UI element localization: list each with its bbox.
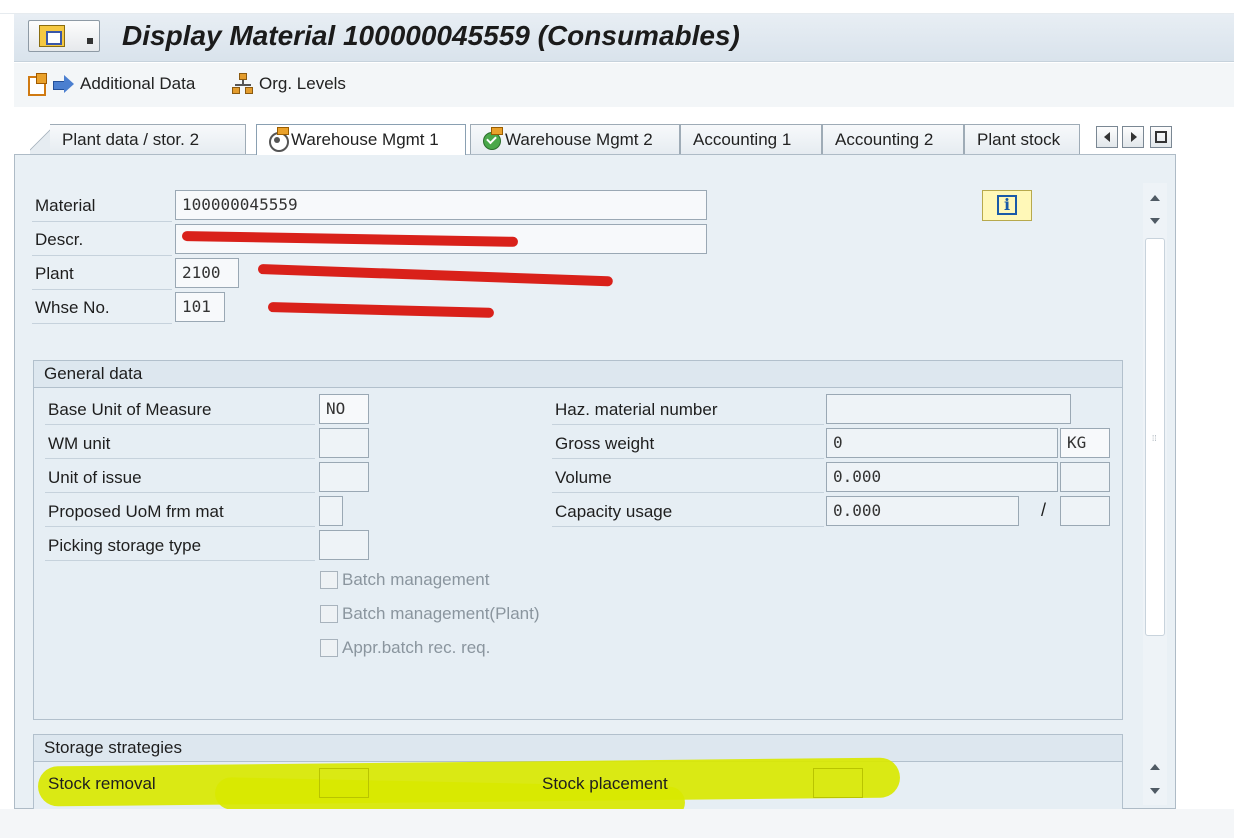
checkbox-box bbox=[320, 639, 338, 657]
picking-storage-type-field[interactable] bbox=[319, 530, 369, 560]
haz-material-label: Haz. material number bbox=[555, 400, 718, 419]
volume-label: Volume bbox=[555, 468, 612, 487]
tab-list-button[interactable] bbox=[1150, 126, 1172, 148]
checkbox-label: Batch management bbox=[342, 570, 490, 589]
org-levels-button[interactable]: Org. Levels bbox=[232, 73, 346, 95]
tab-warehouse-mgmt-1[interactable]: Warehouse Mgmt 1 bbox=[256, 124, 466, 155]
chevron-left-icon bbox=[1104, 132, 1110, 142]
volume-field[interactable]: 0.000 bbox=[826, 462, 1058, 492]
tab-plant-stock[interactable]: Plant stock bbox=[964, 124, 1080, 154]
application-toolbar: Additional Data Org. Levels bbox=[14, 63, 1234, 107]
tab-warehouse-mgmt-2[interactable]: Warehouse Mgmt 2 bbox=[470, 124, 680, 154]
capacity-usage-field[interactable]: 0.000 bbox=[826, 496, 1019, 526]
tab-label: Warehouse Mgmt 2 bbox=[505, 130, 653, 149]
sap-menu-icon bbox=[39, 25, 65, 47]
tab-label: Accounting 1 bbox=[693, 130, 792, 149]
scroll-up-icon[interactable] bbox=[1148, 760, 1162, 774]
additional-data-label: Additional Data bbox=[80, 74, 196, 93]
checkbox-label: Appr.batch rec. req. bbox=[342, 638, 491, 657]
warehouse-status-icon bbox=[269, 127, 289, 152]
picking-storage-type-label: Picking storage type bbox=[48, 536, 202, 555]
chevron-right-icon bbox=[1131, 132, 1137, 142]
scroll-up-icon[interactable] bbox=[1148, 191, 1162, 205]
scroll-down-icon[interactable] bbox=[1148, 214, 1162, 228]
check-complete-icon bbox=[483, 127, 503, 150]
group-title: General data bbox=[34, 361, 1122, 388]
title-bar: Display Material 100000045559 (Consumabl… bbox=[14, 14, 1234, 62]
tab-scroll-right-button[interactable] bbox=[1122, 126, 1144, 148]
top-strip bbox=[0, 0, 1234, 14]
base-uom-field[interactable]: NO bbox=[319, 394, 369, 424]
org-levels-label: Org. Levels bbox=[259, 74, 346, 93]
weight-unit-field[interactable]: KG bbox=[1060, 428, 1110, 458]
arrow-right-icon bbox=[53, 75, 75, 93]
org-structure-icon bbox=[232, 73, 254, 95]
stock-removal-field[interactable] bbox=[319, 768, 369, 798]
copy-document-icon bbox=[26, 73, 48, 96]
system-menu-button[interactable] bbox=[28, 20, 100, 52]
tab-accounting-2[interactable]: Accounting 2 bbox=[822, 124, 964, 154]
tab-label: Accounting 2 bbox=[835, 130, 934, 149]
warehouse-field[interactable]: 101 bbox=[175, 292, 225, 322]
plant-label: Plant bbox=[35, 264, 74, 283]
volume-unit-field[interactable] bbox=[1060, 462, 1110, 492]
gross-weight-label: Gross weight bbox=[555, 434, 655, 453]
menu-dropdown-icon bbox=[87, 38, 93, 44]
material-field[interactable]: 100000045559 bbox=[175, 190, 707, 220]
stock-placement-label: Stock placement bbox=[542, 774, 668, 793]
checkbox-box bbox=[320, 571, 338, 589]
appr-batch-rec-checkbox[interactable]: Appr.batch rec. req. bbox=[320, 638, 490, 658]
tab-list-icon bbox=[1155, 131, 1167, 143]
haz-material-field[interactable] bbox=[826, 394, 1071, 424]
stock-placement-field[interactable] bbox=[813, 768, 863, 798]
group-title: Storage strategies bbox=[34, 735, 1122, 762]
checkbox-label: Batch management(Plant) bbox=[342, 604, 540, 623]
tab-accounting-1[interactable]: Accounting 1 bbox=[680, 124, 822, 154]
proposed-uom-label: Proposed UoM frm mat bbox=[48, 502, 224, 521]
gross-weight-field[interactable]: 0 bbox=[826, 428, 1058, 458]
tab-scroll-left-button[interactable] bbox=[1096, 126, 1118, 148]
base-uom-label: Base Unit of Measure bbox=[48, 400, 212, 419]
tab-label: Plant stock bbox=[977, 130, 1061, 149]
wm-unit-label: WM unit bbox=[48, 434, 111, 453]
tab-plant-data-stor-2[interactable]: Plant data / stor. 2 bbox=[50, 124, 246, 154]
checkbox-box bbox=[320, 605, 338, 623]
info-button[interactable]: i bbox=[982, 190, 1032, 221]
proposed-uom-field[interactable] bbox=[319, 496, 343, 526]
tab-edge bbox=[30, 124, 52, 154]
stock-removal-label: Stock removal bbox=[48, 774, 156, 793]
unit-of-issue-label: Unit of issue bbox=[48, 468, 142, 487]
scroll-down-icon[interactable] bbox=[1148, 784, 1162, 798]
status-area bbox=[0, 809, 1234, 838]
tab-label: Warehouse Mgmt 1 bbox=[291, 130, 439, 149]
unit-of-issue-field[interactable] bbox=[319, 462, 369, 492]
capacity-separator: / bbox=[1041, 500, 1047, 520]
whse-label: Whse No. bbox=[35, 298, 110, 317]
plant-field[interactable]: 2100 bbox=[175, 258, 239, 288]
additional-data-button[interactable]: Additional Data bbox=[26, 73, 196, 96]
page-title: Display Material 100000045559 (Consumabl… bbox=[122, 20, 740, 51]
tab-label: Plant data / stor. 2 bbox=[62, 130, 200, 149]
capacity-usage-label: Capacity usage bbox=[555, 502, 673, 521]
batch-management-plant-checkbox[interactable]: Batch management(Plant) bbox=[320, 604, 540, 624]
grip-icon: ⁞⁞ bbox=[1152, 434, 1157, 443]
info-icon: i bbox=[997, 195, 1017, 215]
material-label: Material bbox=[35, 196, 96, 215]
batch-management-checkbox[interactable]: Batch management bbox=[320, 570, 489, 590]
capacity-unit-field[interactable] bbox=[1060, 496, 1110, 526]
sap-window: Display Material 100000045559 (Consumabl… bbox=[0, 0, 1234, 838]
descr-label: Descr. bbox=[35, 230, 84, 249]
wm-unit-field[interactable] bbox=[319, 428, 369, 458]
